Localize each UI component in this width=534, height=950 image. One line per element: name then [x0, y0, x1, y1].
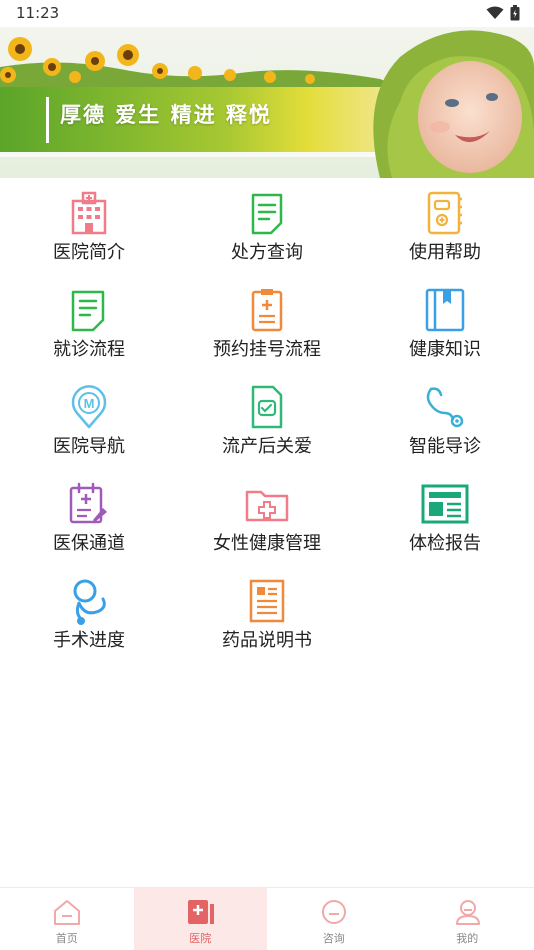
tab-label: 咨询: [322, 932, 345, 945]
health-book-icon: [425, 288, 465, 332]
menu-item-visit-process[interactable]: 就诊流程: [0, 275, 178, 372]
menu-item-label: 体检报告: [409, 533, 481, 554]
tab-label: 我的: [456, 932, 479, 945]
banner-slogan: 厚德 爱生 精进 释悦: [60, 103, 272, 127]
menu-item-appointment-process[interactable]: 预约挂号流程: [178, 275, 356, 372]
navigation-pin-icon: M: [71, 385, 107, 429]
tab-consult[interactable]: 咨询: [267, 888, 401, 950]
menu-item-post-abortion-care[interactable]: 流产后关爱: [178, 372, 356, 469]
menu-item-label: 医院简介: [53, 242, 125, 263]
wifi-icon: [486, 6, 504, 19]
menu-item-label: 就诊流程: [53, 339, 125, 360]
bottom-tab-bar: 首页 医院 咨询 我的: [0, 887, 534, 950]
medical-folder-icon: [245, 490, 289, 522]
menu-item-surgery-progress[interactable]: 手术进度: [0, 566, 178, 663]
hospital-icon: [187, 900, 214, 924]
profile-icon: [455, 900, 480, 925]
menu-item-hospital-navigation[interactable]: M 医院导航: [0, 372, 178, 469]
menu-item-women-health[interactable]: 女性健康管理: [178, 469, 356, 566]
menu-item-hospital-intro[interactable]: 医院简介: [0, 178, 178, 275]
menu-item-health-knowledge[interactable]: 健康知识: [356, 275, 534, 372]
menu-item-label: 医保通道: [53, 533, 125, 554]
menu-item-label: 医院导航: [53, 436, 125, 457]
hospital-building-icon: [71, 191, 107, 235]
menu-item-label: 使用帮助: [409, 242, 481, 263]
menu-item-label: 健康知识: [409, 339, 481, 360]
report-newspaper-icon: [421, 484, 469, 524]
menu-item-label: 智能导诊: [409, 436, 481, 457]
menu-item-label: 预约挂号流程: [213, 339, 321, 360]
menu-item-label: 药品说明书: [222, 630, 312, 651]
visit-process-document-icon: [71, 290, 105, 332]
status-icons: [486, 5, 520, 21]
menu-item-smart-triage[interactable]: 智能导诊: [356, 372, 534, 469]
prescription-document-icon: [251, 193, 283, 235]
banner-divider: [46, 97, 49, 143]
tab-profile[interactable]: 我的: [401, 888, 534, 950]
surgery-stethoscope-icon: [73, 579, 106, 625]
menu-item-prescription-query[interactable]: 处方查询: [178, 178, 356, 275]
tab-label: 医院: [189, 932, 212, 945]
status-bar: 11:23: [0, 0, 534, 27]
tab-label: 首页: [55, 932, 78, 945]
tab-home[interactable]: 首页: [0, 888, 134, 950]
consult-icon: [322, 900, 346, 924]
home-icon: [54, 900, 80, 925]
battery-icon: [510, 5, 520, 21]
menu-item-drug-instructions[interactable]: 药品说明书: [178, 566, 356, 663]
drug-manual-icon: [249, 579, 285, 623]
menu-item-label: 手术进度: [53, 630, 125, 651]
hospital-banner[interactable]: 厚德 爱生 精进 释悦: [0, 27, 534, 178]
insurance-calendar-icon: [69, 482, 107, 524]
care-document-icon: [251, 385, 283, 429]
stethoscope-icon: [426, 387, 464, 428]
menu-item-label: 处方查询: [231, 242, 303, 263]
status-time: 11:23: [16, 4, 60, 22]
menu-item-label: 流产后关爱: [222, 436, 312, 457]
menu-item-label: 女性健康管理: [213, 533, 321, 554]
help-notebook-icon: [427, 191, 462, 235]
menu-item-medical-insurance[interactable]: 医保通道: [0, 469, 178, 566]
appointment-clipboard-icon: [251, 289, 283, 332]
tab-hospital[interactable]: 医院: [133, 888, 267, 950]
menu-item-checkup-report[interactable]: 体检报告: [356, 469, 534, 566]
menu-item-usage-help[interactable]: 使用帮助: [356, 178, 534, 275]
svg-text:M: M: [84, 396, 95, 411]
